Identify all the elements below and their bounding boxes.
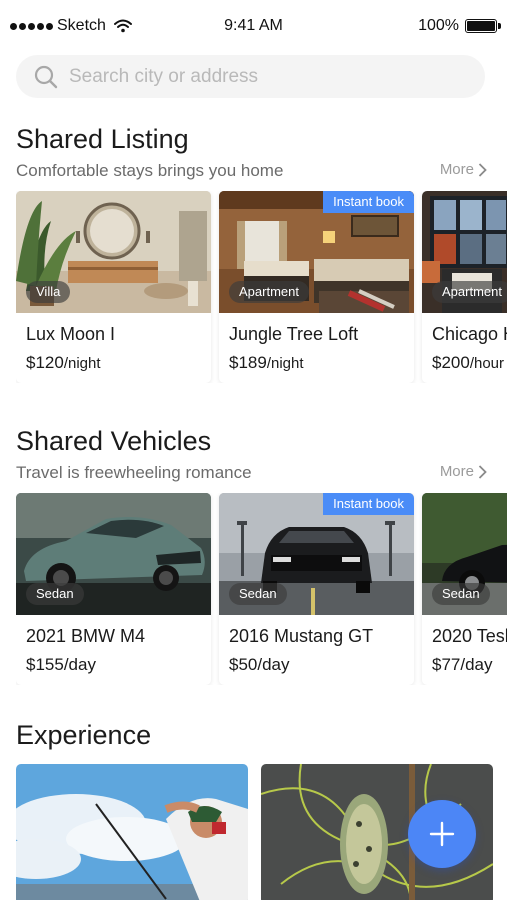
card-title: Chicago Harbor xyxy=(432,324,507,344)
search-input[interactable] xyxy=(69,65,449,88)
card-title: 2020 Tesla xyxy=(432,626,507,646)
card-title: 2021 BMW M4 xyxy=(26,626,146,646)
vehicle-card[interactable]: Sedan 2020 Tesla $77/day xyxy=(422,493,507,685)
add-button[interactable] xyxy=(408,800,476,868)
card-price: $77/day xyxy=(432,655,493,674)
card-price: $155/day xyxy=(26,655,96,674)
type-badge: Sedan xyxy=(229,583,287,605)
price-unit: /night xyxy=(63,355,101,372)
plus-icon xyxy=(429,821,455,847)
card-price: $200/hour xyxy=(432,353,504,373)
shared-vehicles-section: Shared Vehicles Travel is freewheeling r… xyxy=(0,426,507,688)
experience-card[interactable] xyxy=(16,764,248,900)
listing-photo: Villa xyxy=(16,191,211,313)
price-unit: /night xyxy=(266,355,304,372)
price-unit: /hour xyxy=(469,355,505,372)
card-title: Lux Moon I xyxy=(26,324,116,344)
type-badge: Apartment xyxy=(229,281,309,303)
section-subtitle: Comfortable stays brings you home xyxy=(16,161,284,180)
type-badge: Sedan xyxy=(26,583,84,605)
more-label: More xyxy=(439,463,474,480)
vehicle-card[interactable]: Instant book Sedan 2016 Mustang GT $50/d… xyxy=(219,493,414,685)
price-value: $120 xyxy=(26,353,64,372)
experience-section: Experience xyxy=(0,720,507,760)
section-title: Experience xyxy=(16,720,152,750)
listing-card[interactable]: Villa Lux Moon I $120/night xyxy=(16,191,211,383)
search-bar[interactable] xyxy=(16,55,485,98)
vehicle-photo: Sedan xyxy=(16,493,211,615)
shared-listing-section: Shared Listing Comfortable stays brings … xyxy=(0,124,507,386)
section-title: Shared Vehicles xyxy=(16,426,212,456)
instant-book-badge: Instant book xyxy=(323,493,414,515)
listing-photo: Instant book Apartment xyxy=(219,191,414,313)
listing-cards: Villa Lux Moon I $120/night Instant book… xyxy=(16,191,507,383)
card-price: $120/night xyxy=(26,353,101,373)
battery-icon xyxy=(465,19,501,33)
listing-photo: Apartment xyxy=(422,191,507,313)
type-badge: Villa xyxy=(26,281,71,303)
search-icon xyxy=(34,65,58,88)
status-bar: Sketch 9:41 AM 100% xyxy=(0,0,507,52)
listing-card[interactable]: Instant book Apartment Jungle Tree Loft … xyxy=(219,191,414,383)
more-link[interactable]: More xyxy=(440,161,487,178)
section-subtitle: Travel is freewheeling romance xyxy=(16,463,252,482)
vehicle-photo: Instant book Sedan xyxy=(219,493,414,615)
vehicle-card[interactable]: Sedan 2021 BMW M4 $155/day xyxy=(16,493,211,685)
section-title: Shared Listing xyxy=(16,124,189,154)
card-title: Jungle Tree Loft xyxy=(229,324,359,344)
type-badge: Sedan xyxy=(432,583,490,605)
chevron-right-icon xyxy=(478,464,487,479)
more-link[interactable]: More xyxy=(440,463,487,480)
listing-card[interactable]: Apartment Chicago Harbor $200/hour xyxy=(422,191,507,383)
chevron-right-icon xyxy=(478,162,487,177)
type-badge: Apartment xyxy=(432,281,507,303)
card-title: 2016 Mustang GT xyxy=(229,626,374,646)
vehicle-cards: Sedan 2021 BMW M4 $155/day Instant book … xyxy=(16,493,507,685)
vehicle-photo: Sedan xyxy=(422,493,507,615)
experience-photo xyxy=(16,764,248,900)
instant-book-badge: Instant book xyxy=(323,191,414,213)
status-right: 100% xyxy=(418,17,501,35)
card-price: $50/day xyxy=(229,655,290,674)
card-price: $189/night xyxy=(229,353,304,373)
price-value: $189 xyxy=(229,353,267,372)
more-label: More xyxy=(439,161,474,178)
battery-label: 100% xyxy=(418,17,459,34)
price-value: $200 xyxy=(432,353,470,372)
